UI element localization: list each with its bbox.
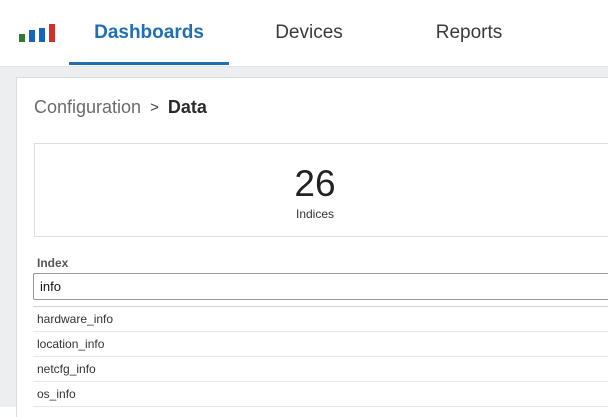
suggestion-item[interactable]: netcfg_info (33, 357, 608, 382)
tab-reports[interactable]: Reports (389, 0, 549, 66)
tab-devices[interactable]: Devices (229, 0, 389, 66)
index-suggestion-list: hardware_info location_info netcfg_info … (33, 306, 608, 407)
breadcrumb-current: Data (167, 97, 207, 117)
breadcrumb-parent-link[interactable]: Configuration (34, 97, 141, 118)
breadcrumb-separator: > (150, 99, 159, 116)
indices-count: 26 (294, 163, 336, 204)
indices-label: Indices (295, 207, 335, 221)
suggestion-item[interactable]: hardware_info (33, 307, 608, 332)
tab-dashboards[interactable]: Dashboards (69, 0, 229, 66)
indices-stat-card: 26 Indices (34, 143, 608, 237)
index-search-input[interactable] (33, 273, 608, 300)
active-tab-indicator (69, 62, 229, 65)
suggestion-item[interactable]: os_info (33, 382, 608, 407)
bar-chart-logo-icon[interactable] (19, 24, 61, 44)
top-navigation-bar: Dashboards Devices Reports (0, 0, 608, 66)
suggestion-item[interactable]: location_info (33, 332, 608, 357)
breadcrumb: Configuration > Data (34, 97, 207, 118)
index-field-label: Index (37, 256, 69, 270)
